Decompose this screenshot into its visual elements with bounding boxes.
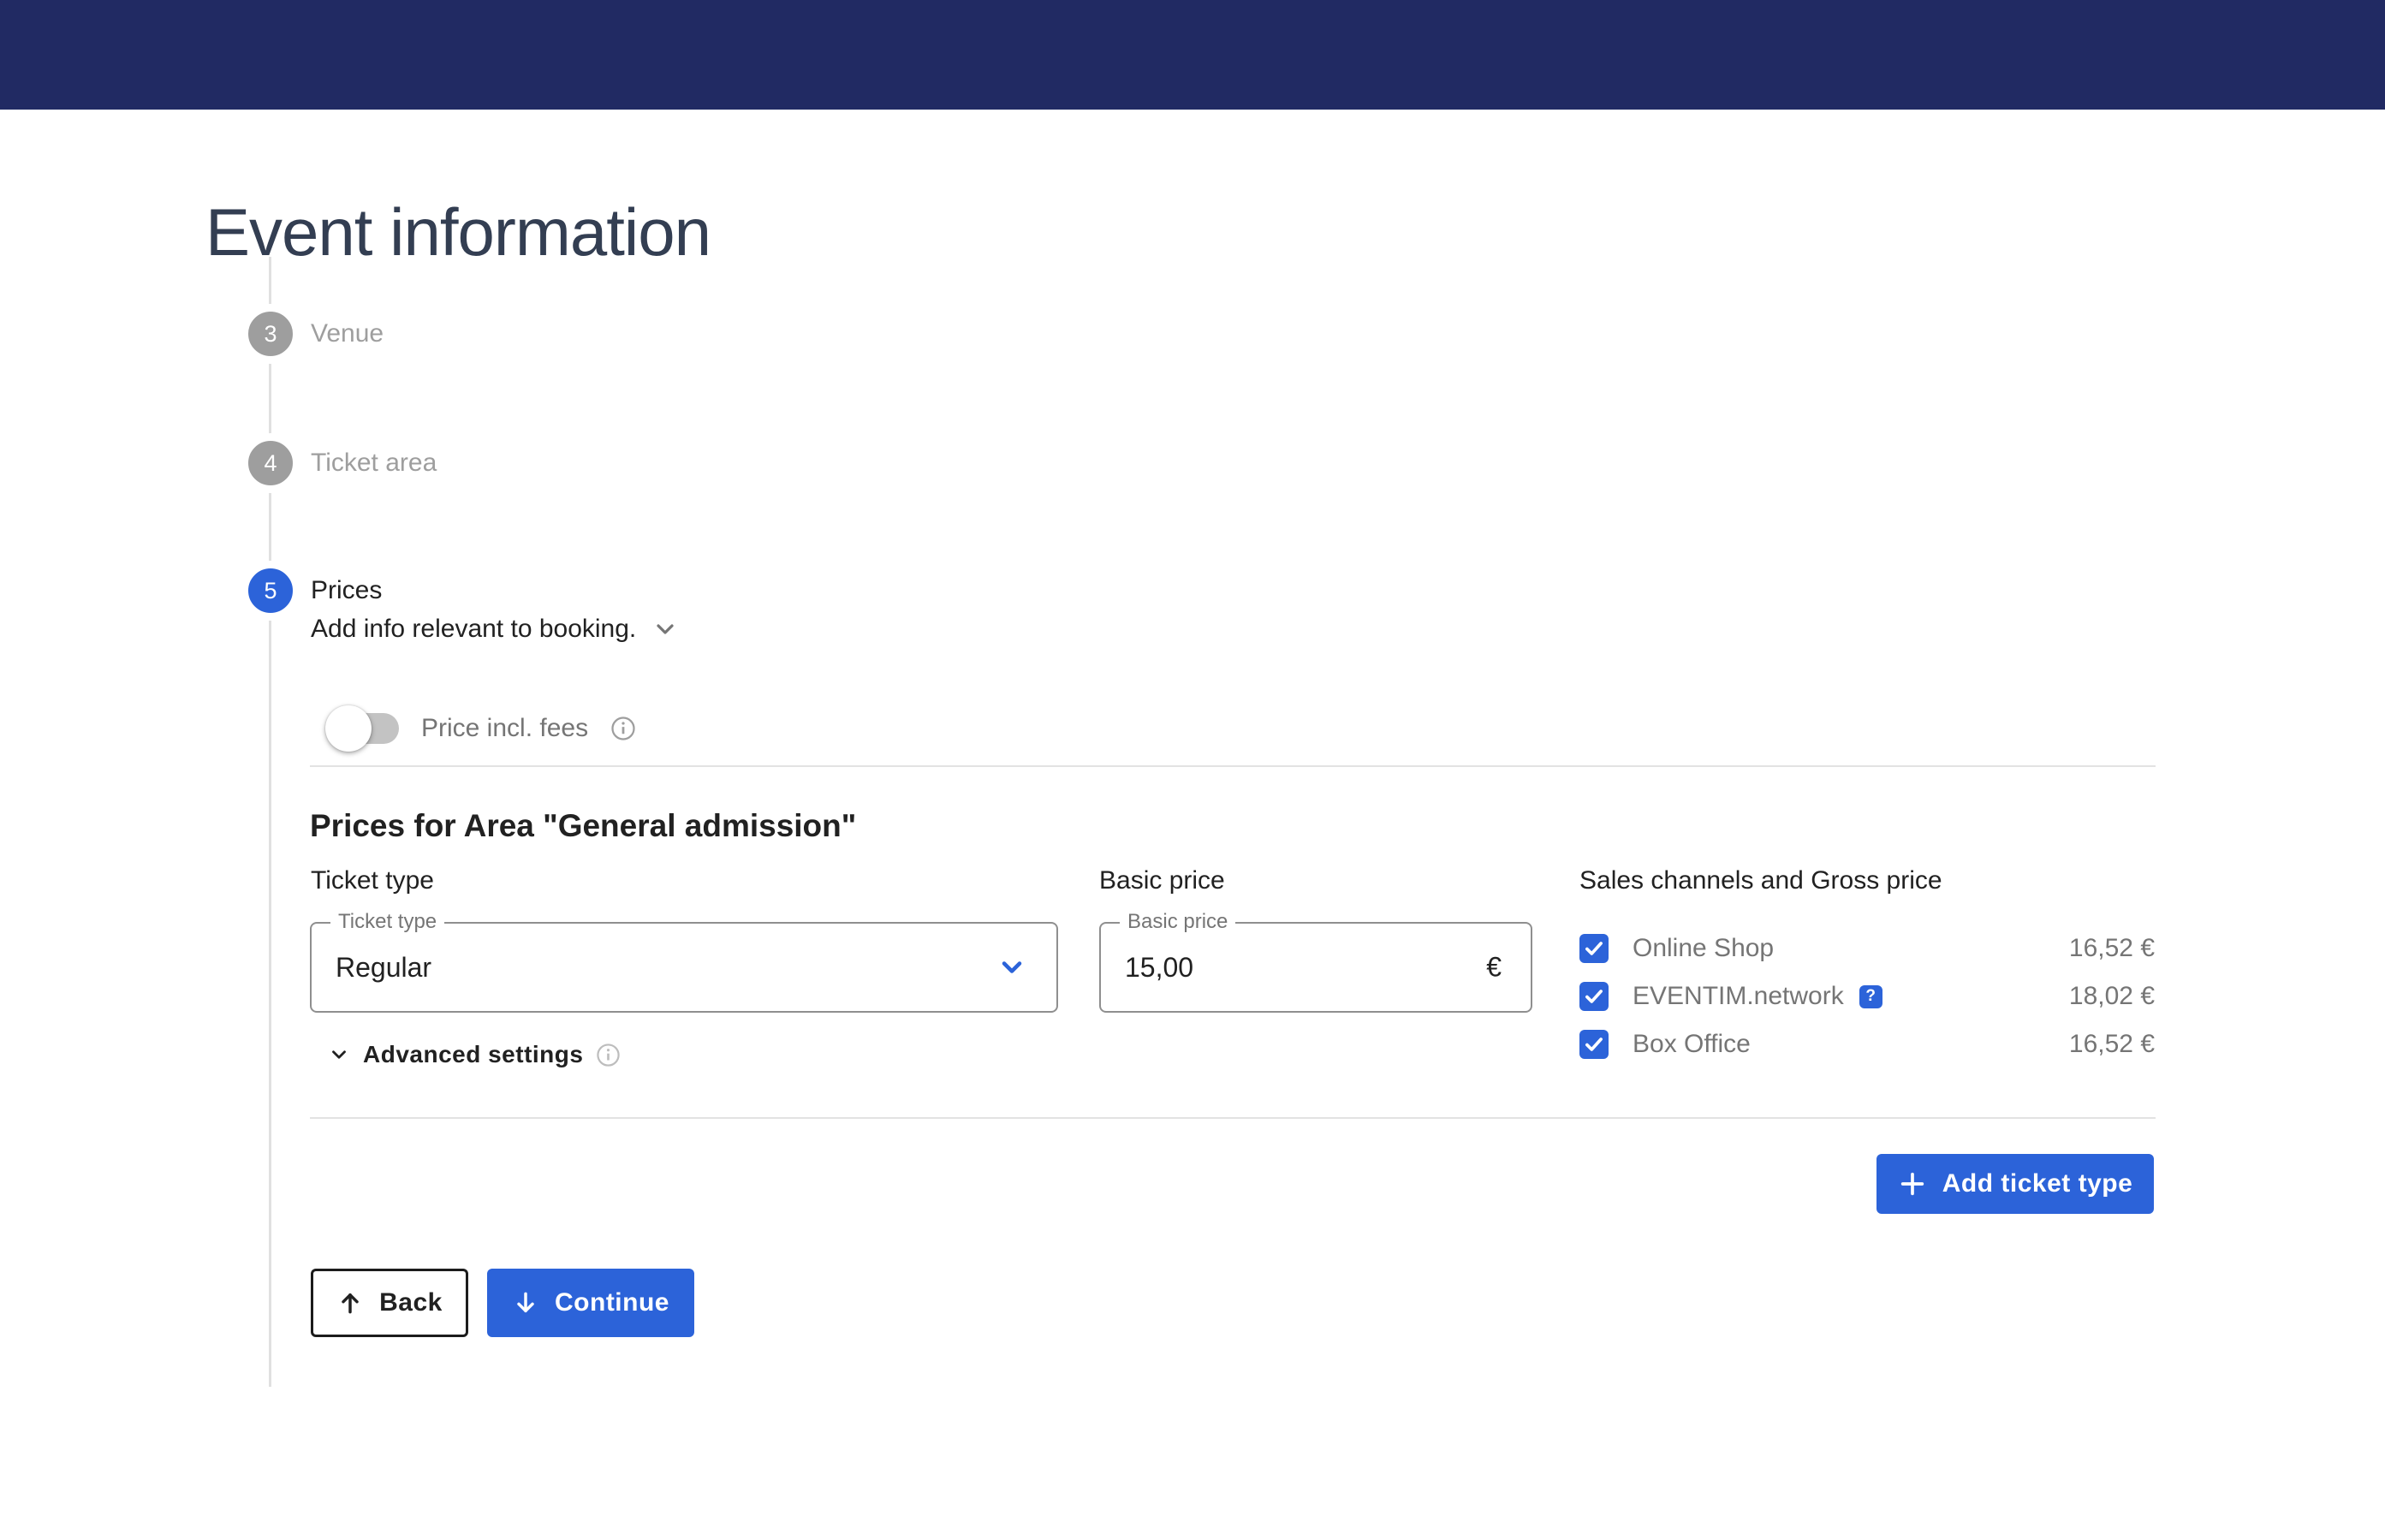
step-number-badge: 4 xyxy=(241,433,300,493)
ticket-type-select[interactable]: Ticket type Regular xyxy=(310,922,1058,1013)
page-title: Event information xyxy=(205,193,711,271)
advanced-settings-expander[interactable]: Advanced settings xyxy=(328,1036,621,1073)
prices-area-heading: Prices for Area "General admission" xyxy=(310,808,856,844)
ticket-type-selected-value: Regular xyxy=(336,924,431,1011)
currency-suffix: € xyxy=(1486,952,1502,984)
continue-label: Continue xyxy=(555,1288,669,1317)
basic-price-input[interactable] xyxy=(1101,924,1450,1011)
price-incl-fees-label: Price incl. fees xyxy=(421,714,588,743)
arrow-down-icon xyxy=(512,1289,539,1317)
select-chevron-down-icon[interactable] xyxy=(996,952,1027,983)
channel-gross-price: 16,52 € xyxy=(2069,934,2155,963)
section-divider xyxy=(310,765,2156,767)
sales-channels-list: Online Shop 16,52 € EVENTIM.network ? 18… xyxy=(1579,925,2155,1068)
step-label: Venue xyxy=(311,319,384,348)
stepper-step-venue[interactable]: 3 Venue xyxy=(241,304,384,364)
arrow-up-icon xyxy=(336,1289,364,1317)
top-bar xyxy=(0,0,2385,110)
help-badge-icon[interactable]: ? xyxy=(1859,985,1882,1008)
continue-button[interactable]: Continue xyxy=(487,1269,694,1337)
stepper-connector-line xyxy=(269,257,271,1387)
channel-label: EVENTIM.network xyxy=(1633,982,1844,1011)
advanced-settings-label: Advanced settings xyxy=(363,1041,583,1068)
basic-price-field: Basic price € xyxy=(1099,922,1532,1013)
add-ticket-type-label: Add ticket type xyxy=(1942,1169,2133,1198)
step-label: Prices xyxy=(311,576,382,605)
channel-gross-price: 18,02 € xyxy=(2069,982,2155,1011)
channel-row-eventim-network: EVENTIM.network ? 18,02 € xyxy=(1579,972,2155,1020)
info-icon[interactable] xyxy=(596,1043,621,1067)
back-label: Back xyxy=(379,1288,443,1317)
booking-info-expander[interactable]: Add info relevant to booking. xyxy=(311,609,679,649)
add-ticket-type-button[interactable]: Add ticket type xyxy=(1876,1154,2154,1214)
channel-label: Online Shop xyxy=(1633,934,1774,963)
channel-row-online-shop: Online Shop 16,52 € xyxy=(1579,925,2155,972)
event-information-page: Event information 3 Venue 4 Ticket area … xyxy=(0,0,2385,1540)
channel-label: Box Office xyxy=(1633,1030,1751,1059)
column-header-ticket-type: Ticket type xyxy=(311,866,434,895)
back-button[interactable]: Back xyxy=(311,1269,468,1337)
chevron-down-icon[interactable] xyxy=(651,615,679,643)
chevron-down-icon xyxy=(328,1044,350,1066)
booking-info-label: Add info relevant to booking. xyxy=(311,615,636,644)
column-header-basic-price: Basic price xyxy=(1099,866,1225,895)
column-header-sales-channels: Sales channels and Gross price xyxy=(1579,866,1942,895)
price-incl-fees-row: Price incl. fees xyxy=(325,705,636,752)
price-incl-fees-toggle[interactable] xyxy=(325,705,399,752)
online-shop-checkbox[interactable] xyxy=(1579,934,1609,963)
box-office-checkbox[interactable] xyxy=(1579,1030,1609,1059)
step-number-badge: 3 xyxy=(241,304,300,364)
toggle-thumb[interactable] xyxy=(325,705,372,752)
section-divider xyxy=(310,1117,2156,1119)
channel-gross-price: 16,52 € xyxy=(2069,1030,2155,1059)
step-number-badge: 5 xyxy=(241,561,300,621)
eventim-network-checkbox[interactable] xyxy=(1579,982,1609,1011)
channel-row-box-office: Box Office 16,52 € xyxy=(1579,1020,2155,1068)
info-icon[interactable] xyxy=(610,716,636,741)
step-label: Ticket area xyxy=(311,449,437,478)
plus-icon xyxy=(1898,1169,1927,1198)
stepper-step-ticket-area[interactable]: 4 Ticket area xyxy=(241,433,437,493)
